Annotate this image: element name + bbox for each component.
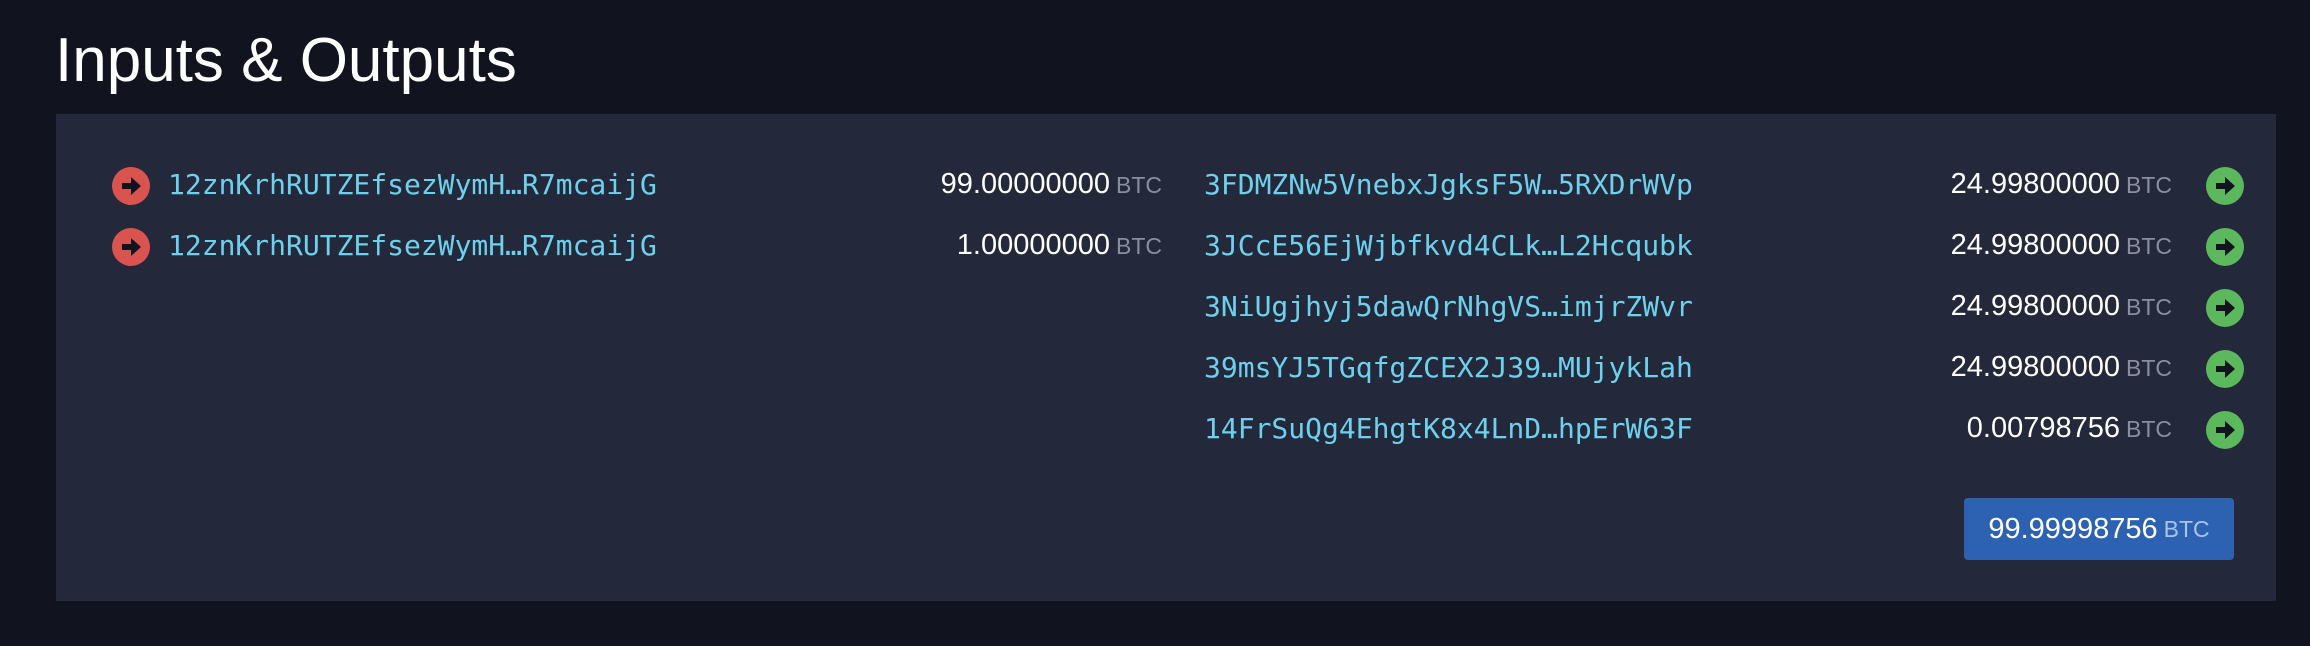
total-amount-value: 99.99998756 xyxy=(1988,512,2158,545)
input-amount: 1.00000000 BTC xyxy=(956,229,1162,261)
output-row: 39msYJ5TGqfgZCEX2J39…MUjykLah 24.9980000… xyxy=(1204,347,2244,391)
total-amount-badge: 99.99998756 BTC xyxy=(1964,498,2234,560)
input-arrow-icon[interactable] xyxy=(112,228,150,266)
output-address-link[interactable]: 39msYJ5TGqfgZCEX2J39…MUjykLah xyxy=(1204,351,1693,384)
page-title: Inputs & Outputs xyxy=(55,26,517,95)
output-address-link[interactable]: 14FrSuQg4EhgtK8x4LnD…hpErW63F xyxy=(1204,412,1693,445)
input-row: 12znKrhRUTZEfsezWymH…R7mcaijG 99.0000000… xyxy=(112,164,1162,208)
input-amount: 99.00000000 BTC xyxy=(940,168,1162,200)
output-arrow-icon[interactable] xyxy=(2206,289,2244,327)
input-address-link[interactable]: 12znKrhRUTZEfsezWymH…R7mcaijG xyxy=(168,229,657,262)
output-row: 3FDMZNw5VnebxJgksF5W…5RXDrWVp 24.9980000… xyxy=(1204,164,2244,208)
output-arrow-icon[interactable] xyxy=(2206,167,2244,205)
output-amount: 24.99800000 BTC xyxy=(1950,290,2172,322)
output-amount: 0.00798756 BTC xyxy=(1966,412,2172,444)
input-address-link[interactable]: 12znKrhRUTZEfsezWymH…R7mcaijG xyxy=(168,168,657,201)
output-row: 3JCcE56EjWjbfkvd4CLk…L2Hcqubk 24.9980000… xyxy=(1204,225,2244,269)
output-row: 14FrSuQg4EhgtK8x4LnD…hpErW63F 0.00798756… xyxy=(1204,408,2244,452)
output-arrow-icon[interactable] xyxy=(2206,228,2244,266)
inputs-outputs-panel: 12znKrhRUTZEfsezWymH…R7mcaijG 99.0000000… xyxy=(56,114,2276,601)
output-row: 3NiUgjhyj5dawQrNhgVS…imjrZWvr 24.9980000… xyxy=(1204,286,2244,330)
output-arrow-icon[interactable] xyxy=(2206,411,2244,449)
output-address-link[interactable]: 3FDMZNw5VnebxJgksF5W…5RXDrWVp xyxy=(1204,168,1693,201)
output-amount: 24.99800000 BTC xyxy=(1950,229,2172,261)
input-arrow-icon[interactable] xyxy=(112,167,150,205)
output-address-link[interactable]: 3JCcE56EjWjbfkvd4CLk…L2Hcqubk xyxy=(1204,229,1693,262)
total-amount-unit: BTC xyxy=(2163,515,2210,542)
output-amount: 24.99800000 BTC xyxy=(1950,351,2172,383)
output-address-link[interactable]: 3NiUgjhyj5dawQrNhgVS…imjrZWvr xyxy=(1204,290,1693,323)
output-amount: 24.99800000 BTC xyxy=(1950,168,2172,200)
input-row: 12znKrhRUTZEfsezWymH…R7mcaijG 1.00000000… xyxy=(112,225,1162,269)
output-arrow-icon[interactable] xyxy=(2206,350,2244,388)
